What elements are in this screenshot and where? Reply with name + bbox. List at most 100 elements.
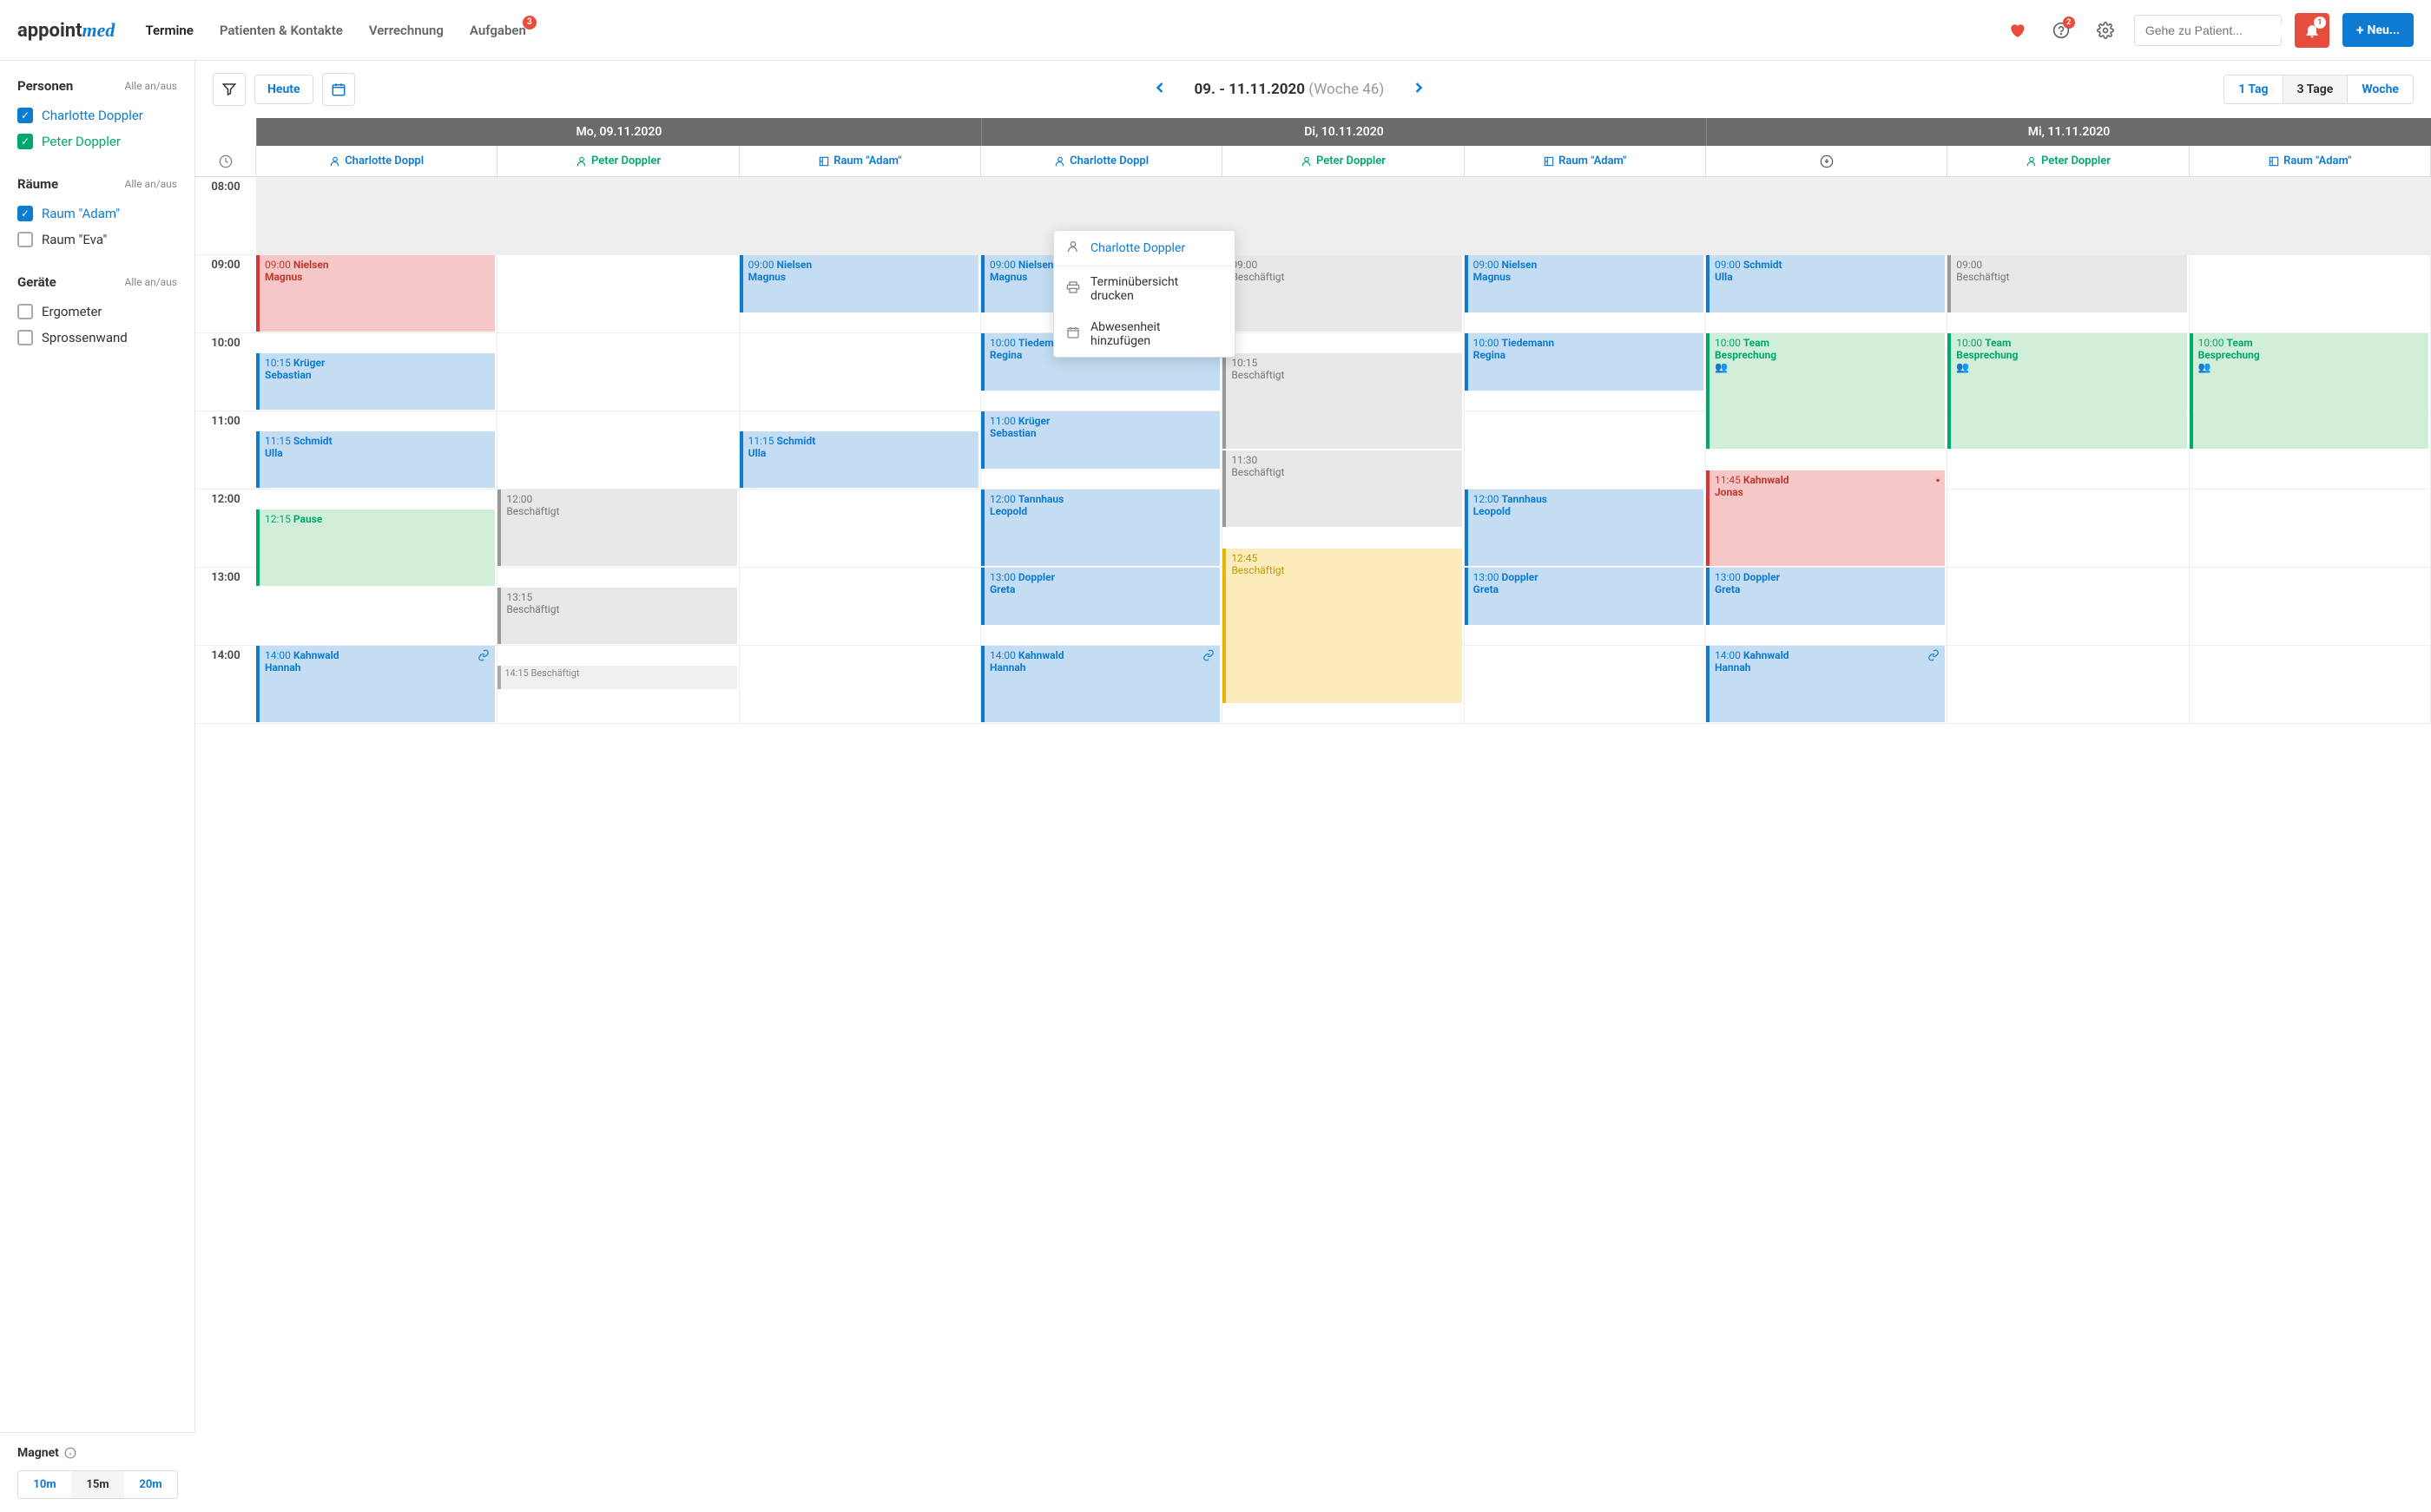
appointment[interactable]: 10:15 KrügerSebastian xyxy=(256,353,495,411)
appointment[interactable]: 11:00 KrügerSebastian xyxy=(981,411,1220,469)
sidebar-item[interactable]: ✓ Raum "Adam" xyxy=(17,201,177,227)
magnet-section: Magnet 10m15m20m xyxy=(0,1432,195,1512)
appointment[interactable]: 12:00Beschäftigt xyxy=(497,490,736,566)
help-icon[interactable]: 2 xyxy=(2046,15,2077,46)
alert-button[interactable]: 1 xyxy=(2295,13,2329,48)
resource-header-cell[interactable]: Raum "Adam" xyxy=(2190,146,2431,176)
group-toggle[interactable]: Alle an/aus xyxy=(125,80,177,92)
calendar-column[interactable]: 10:00 TeamBesprechung👥 xyxy=(2190,177,2431,724)
sidebar-item[interactable]: Raum "Eva" xyxy=(17,227,177,253)
appointment[interactable]: 11:30Beschäftigt xyxy=(1222,450,1461,527)
calendar-column[interactable]: 09:00Beschäftigt 10:15Beschäftigt11:30Bes… xyxy=(1222,177,1464,724)
appointment[interactable]: 12:00 TannhausLeopold xyxy=(1465,490,1703,566)
view-Woche[interactable]: Woche xyxy=(2348,76,2413,103)
today-button[interactable]: Heute xyxy=(254,75,313,104)
header-right: 2 1 +Neu... xyxy=(2001,13,2414,48)
magnet-20m[interactable]: 20m xyxy=(124,1471,177,1498)
nav-aufgaben[interactable]: Aufgaben3 xyxy=(470,23,526,38)
checkbox[interactable] xyxy=(17,330,33,345)
appointment[interactable]: 12:45Beschäftigt xyxy=(1222,549,1461,703)
appointment[interactable]: 10:00 TeamBesprechung👥 xyxy=(2190,333,2428,449)
calendar-column[interactable]: 09:00 NielsenMagnus 10:15 KrügerSebastian… xyxy=(256,177,497,724)
appointment[interactable]: 12:15 Pause xyxy=(256,509,495,586)
dropdown-item[interactable]: Abwesenheit hinzufügen xyxy=(1054,312,1235,357)
appointment[interactable]: 10:00 TiedemannRegina xyxy=(1465,333,1703,391)
group-toggle[interactable]: Alle an/aus xyxy=(125,178,177,190)
appointment[interactable]: 09:00Beschäftigt xyxy=(1947,255,2186,312)
sidebar-item[interactable]: ✓Charlotte Doppler xyxy=(17,102,177,128)
resource-header: Charlotte Doppl Peter Doppler Raum "Adam… xyxy=(195,146,2431,177)
resource-header-cell[interactable]: Charlotte Doppl xyxy=(981,146,1222,176)
appointment[interactable]: 14:00 KahnwaldHannah xyxy=(981,646,1220,722)
sidebar-label: Raum "Adam" xyxy=(42,206,120,221)
appointment[interactable]: 09:00 NielsenMagnus xyxy=(256,255,495,332)
appointment[interactable]: 09:00 NielsenMagnus xyxy=(740,255,978,312)
gear-icon[interactable] xyxy=(2090,15,2121,46)
resource-header-cell[interactable]: Peter Doppler xyxy=(1222,146,1464,176)
magnet-10m[interactable]: 10m xyxy=(18,1471,71,1498)
appointment[interactable]: 13:00 DopplerGreta xyxy=(1706,568,1945,625)
new-button[interactable]: +Neu... xyxy=(2342,13,2414,47)
prev-arrow[interactable] xyxy=(1151,79,1169,101)
sidebar-item[interactable]: Sprossenwand xyxy=(17,325,177,351)
calendar-column[interactable]: 09:00 SchmidtUlla 10:00 TeamBesprechung👥 1… xyxy=(1706,177,1947,724)
checkbox[interactable]: ✓ xyxy=(17,206,33,221)
heart-icon[interactable] xyxy=(2001,15,2032,46)
search-input[interactable] xyxy=(2134,15,2282,46)
calendar-column[interactable]: 09:00 NielsenMagnus 11:15 SchmidtUlla xyxy=(740,177,981,724)
nav-termine[interactable]: Termine xyxy=(145,23,193,38)
appointment[interactable]: 10:00 TeamBesprechung👥 xyxy=(1706,333,1945,449)
appointment[interactable]: 11:15 SchmidtUlla xyxy=(740,431,978,489)
calendar: Heute 09. - 11.11.2020 (Woche 46) 1 Tag3… xyxy=(195,61,2431,1512)
checkbox[interactable] xyxy=(17,232,33,247)
info-icon[interactable] xyxy=(64,1447,76,1459)
next-arrow[interactable] xyxy=(1410,79,1427,101)
calendar-column[interactable]: 09:00Beschäftigt 10:00 TeamBesprechung👥 xyxy=(1947,177,2189,724)
time-label: 11:00 xyxy=(195,411,256,490)
search-field[interactable] xyxy=(2145,23,2303,37)
appointment[interactable]: 14:15 Beschäftigt xyxy=(497,666,736,690)
resource-header-cell[interactable]: Raum "Adam" xyxy=(1465,146,1706,176)
appointment[interactable]: 14:00 KahnwaldHannah xyxy=(1706,646,1945,722)
calendar-body[interactable]: 08:0009:0010:0011:0012:0013:0014:00 09:0… xyxy=(195,177,2431,1512)
resource-header-cell[interactable]: Raum "Adam" xyxy=(740,146,981,176)
dropdown-item[interactable]: Terminübersicht drucken xyxy=(1054,266,1235,312)
appointment[interactable]: 11:45 KahnwaldJonas▪ xyxy=(1706,470,1945,567)
nav-patienten[interactable]: Patienten & Kontakte xyxy=(220,23,343,38)
resource-header-cell[interactable]: Charlotte Doppl xyxy=(256,146,497,176)
magnet-15m[interactable]: 15m xyxy=(71,1471,124,1498)
group-title: Geräte xyxy=(17,274,56,290)
time-label: 14:00 xyxy=(195,646,256,724)
calendar-column[interactable]: 12:00Beschäftigt 13:15Beschäftigt 14:15 Be… xyxy=(497,177,739,724)
sidebar-item[interactable]: Ergometer xyxy=(17,299,177,325)
appointment[interactable]: 12:00 TannhausLeopold xyxy=(981,490,1220,566)
appointment[interactable]: 09:00Beschäftigt xyxy=(1222,255,1461,332)
calendar-column[interactable]: 09:00 NielsenMagnus 10:00 TiedemannRegina… xyxy=(1465,177,1706,724)
checkbox[interactable] xyxy=(17,304,33,319)
appointment[interactable]: 13:00 DopplerGreta xyxy=(1465,568,1703,625)
dropdown-item[interactable]: Charlotte Doppler xyxy=(1054,231,1235,266)
appointment[interactable]: 10:15Beschäftigt xyxy=(1222,353,1461,450)
resource-header-cell[interactable]: Peter Doppler xyxy=(1947,146,2189,176)
appointment[interactable]: 11:15 SchmidtUlla xyxy=(256,431,495,489)
checkbox[interactable]: ✓ xyxy=(17,108,33,123)
appointment[interactable]: 10:00 TeamBesprechung👥 xyxy=(1947,333,2186,449)
resource-header-cell[interactable]: Peter Doppler xyxy=(497,146,739,176)
appointment[interactable]: 14:00 KahnwaldHannah xyxy=(256,646,495,722)
checkbox[interactable]: ✓ xyxy=(17,134,33,149)
time-label: 10:00 xyxy=(195,333,256,411)
appointment[interactable]: 09:00 SchmidtUlla xyxy=(1706,255,1945,312)
group-toggle[interactable]: Alle an/aus xyxy=(125,276,177,288)
appointment[interactable]: 09:00 NielsenMagnus xyxy=(1465,255,1703,312)
view-1Tag[interactable]: 1 Tag xyxy=(2224,76,2283,103)
view-3Tage[interactable]: 3 Tage xyxy=(2283,76,2349,103)
appointment[interactable]: 13:15Beschäftigt xyxy=(497,588,736,645)
filter-icon[interactable] xyxy=(213,73,246,106)
resource-header-cell[interactable] xyxy=(1706,146,1947,176)
link-icon xyxy=(478,649,490,664)
appointment[interactable]: 13:00 DopplerGreta xyxy=(981,568,1220,625)
date-nav: 09. - 11.11.2020 (Woche 46) xyxy=(364,79,2216,101)
calendar-icon[interactable] xyxy=(322,73,355,106)
sidebar-item[interactable]: ✓Peter Doppler xyxy=(17,128,177,154)
nav-verrechnung[interactable]: Verrechnung xyxy=(369,23,444,38)
